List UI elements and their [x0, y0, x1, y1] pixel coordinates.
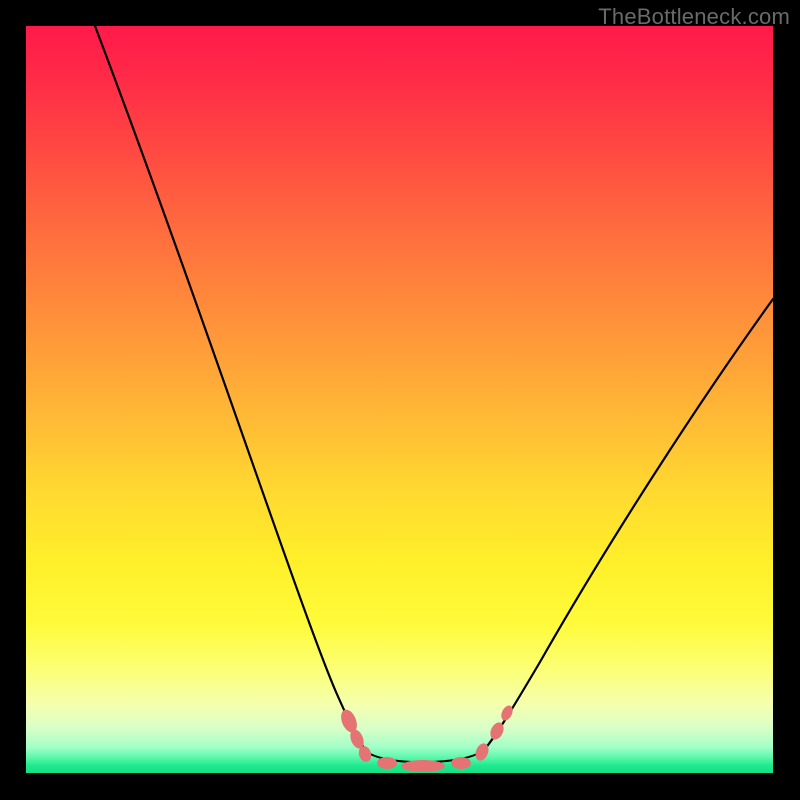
chart-svg	[26, 26, 773, 773]
marker-dot	[401, 760, 445, 772]
chart-frame: TheBottleneck.com	[0, 0, 800, 800]
series-right-arm	[484, 299, 773, 750]
marker-group	[338, 704, 515, 772]
series-group	[95, 26, 773, 762]
series-left-arm	[95, 26, 367, 752]
plot-area	[26, 26, 773, 773]
marker-dot	[377, 757, 397, 769]
marker-dot	[451, 757, 471, 769]
watermark-text: TheBottleneck.com	[598, 4, 790, 30]
